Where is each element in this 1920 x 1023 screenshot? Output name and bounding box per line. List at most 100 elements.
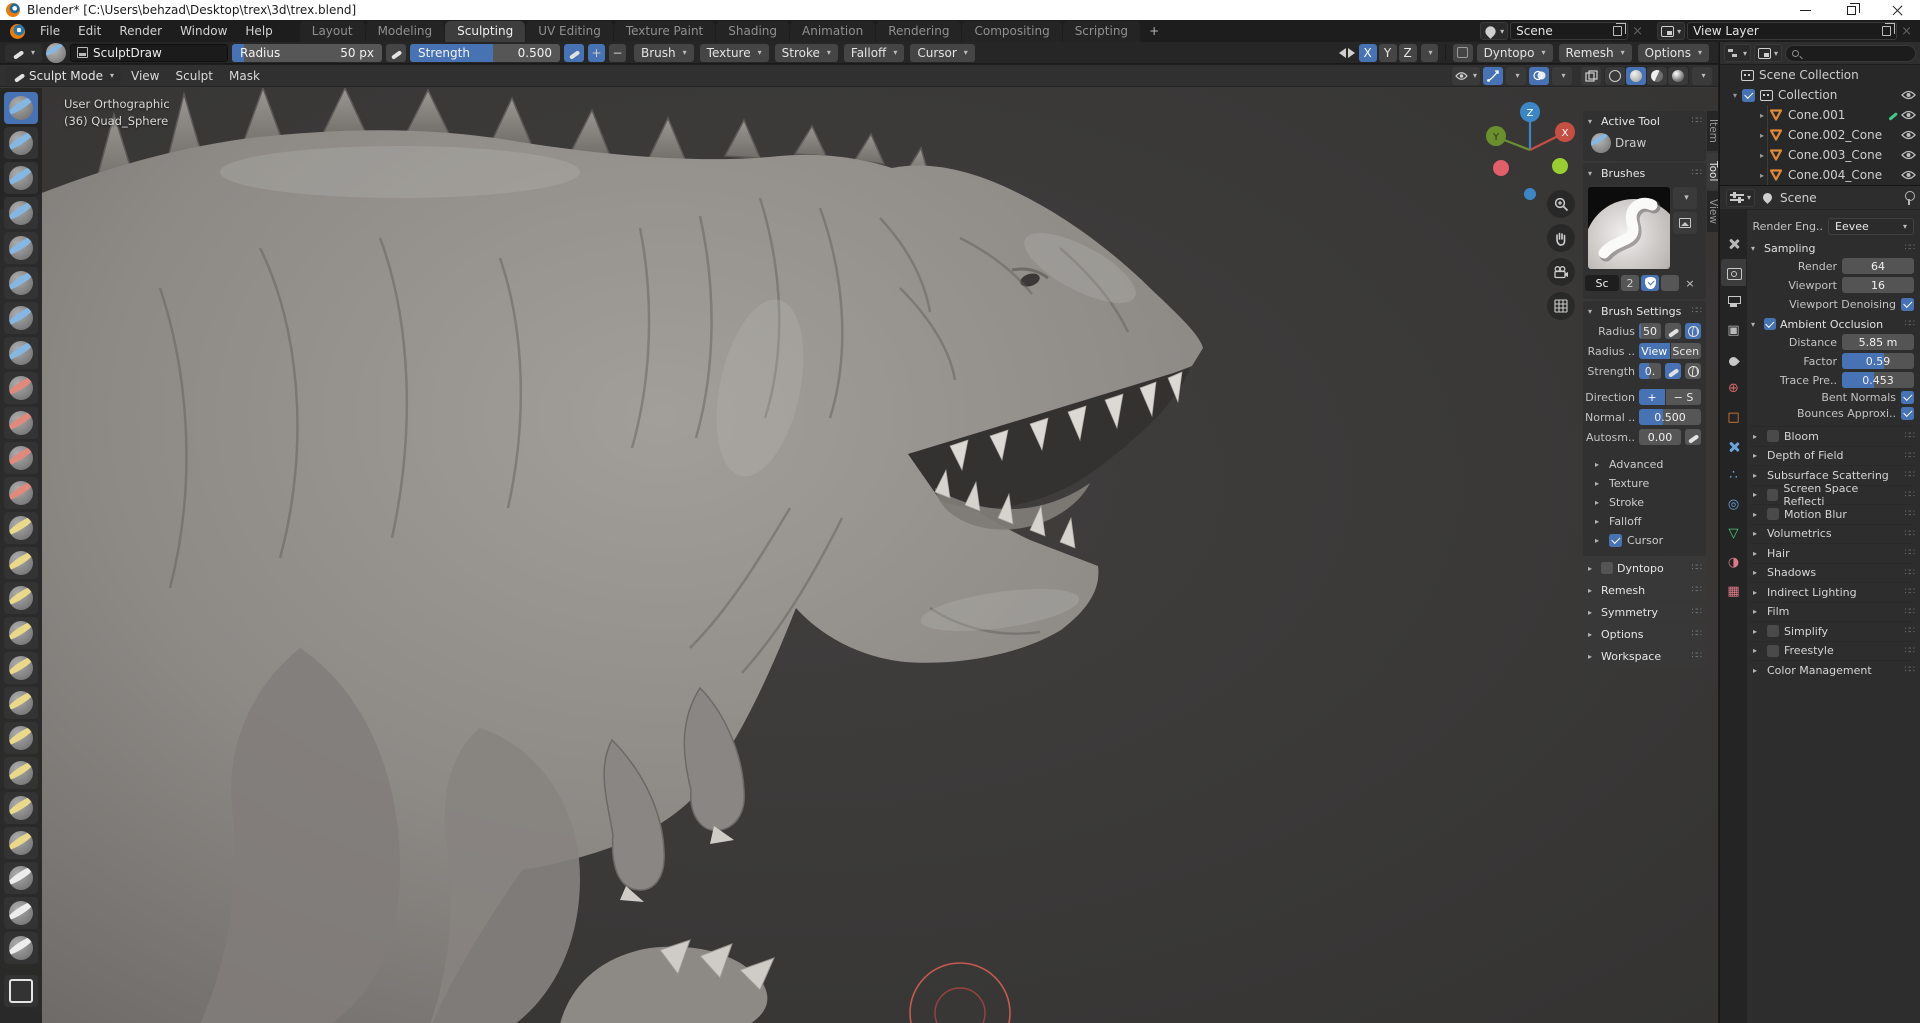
workspace-tab[interactable]: Compositing — [962, 21, 1062, 42]
render-panel-row[interactable]: ▸ Freestyle ∷∷ — [1751, 640, 1916, 661]
properties-tab[interactable]: ▦ — [1721, 578, 1746, 605]
drag-handle[interactable]: ∷∷ — [1692, 168, 1703, 178]
panel-dropdown[interactable]: Options ▾ — [1637, 43, 1709, 62]
add-workspace-button[interactable]: + — [1141, 21, 1167, 42]
properties-tab[interactable] — [1721, 259, 1746, 286]
drag-handle[interactable]: ∷∷ — [1905, 431, 1916, 441]
sidebar-tab[interactable]: Tool — [1707, 152, 1718, 190]
active-brush-icon[interactable] — [46, 42, 67, 63]
drag-handle[interactable]: ∷∷ — [1905, 568, 1916, 578]
workspace-tab[interactable]: UV Editing — [526, 21, 613, 42]
subsection-row[interactable]: ▸ Texture — [1583, 474, 1706, 493]
sidebar-tab[interactable]: Item — [1707, 111, 1718, 151]
drag-handle[interactable]: ∷∷ — [1905, 548, 1916, 558]
drag-handle[interactable]: ∷∷ — [1905, 451, 1916, 461]
drag-handle[interactable]: ∷∷ — [1905, 607, 1916, 617]
gizmos-dropdown[interactable]: ▾ — [1506, 66, 1526, 85]
properties-tab[interactable]: ⊕ — [1721, 375, 1746, 402]
drag-handle[interactable]: ∷∷ — [1905, 490, 1916, 500]
tool-button[interactable] — [4, 975, 38, 1007]
active-tool-panel[interactable]: ▾ Active Tool ∷∷ Draw — [1583, 111, 1706, 161]
shading-dropdown[interactable]: ▾ — [1692, 66, 1712, 85]
outliner-object-row[interactable]: ▸ Cone.004_Cone — [1755, 165, 1920, 185]
radius-pressure-button[interactable] — [386, 43, 407, 62]
subsection-checkbox[interactable] — [1609, 534, 1622, 547]
collapsed-panel[interactable]: ▸ Remesh ∷∷ — [1583, 580, 1706, 600]
drag-handle[interactable]: ∷∷ — [1692, 651, 1703, 661]
workspace-tab[interactable]: Modeling — [365, 21, 445, 42]
subsection-row[interactable]: ▸ Advanced — [1583, 455, 1706, 474]
render-engine-dropdown[interactable]: Eevee ▾ — [1828, 218, 1914, 235]
menu-item[interactable]: Render — [110, 22, 171, 40]
panel-checkbox[interactable] — [1767, 625, 1779, 638]
tool-button[interactable] — [4, 372, 38, 404]
render-panel-row[interactable]: ▸ Screen Space Reflecti ∷∷ — [1751, 482, 1916, 508]
brush-settings-panel[interactable]: ▾ Brush Settings ∷∷ Radius 50 Radius .. Vi… — [1583, 301, 1706, 556]
drag-handle[interactable]: ∷∷ — [1905, 587, 1916, 597]
eye-icon[interactable] — [1901, 90, 1916, 100]
restore-button[interactable] — [1828, 0, 1874, 20]
shading-solid-button[interactable] — [1626, 66, 1646, 85]
tool-button[interactable] — [4, 232, 38, 264]
strength-pressure-button[interactable] — [1665, 363, 1681, 379]
expand-icon[interactable]: ▾ — [1728, 91, 1742, 100]
panel-checkbox[interactable] — [1601, 562, 1613, 574]
shading-wireframe-button[interactable] — [1605, 66, 1625, 85]
tool-button[interactable] — [4, 92, 38, 124]
direction-subtract-button[interactable]: − S — [1666, 389, 1701, 405]
menu-item[interactable]: Window — [171, 22, 236, 40]
workspace-tab[interactable]: Rendering — [876, 21, 962, 42]
ortho-grid-button[interactable] — [1547, 292, 1575, 320]
workspace-tab[interactable]: Scripting — [1062, 21, 1141, 42]
collapse-icon[interactable]: ▸ — [1755, 131, 1769, 140]
properties-tab[interactable]: ◑ — [1721, 549, 1746, 576]
eye-icon[interactable] — [1901, 130, 1916, 140]
zoom-button[interactable] — [1547, 190, 1575, 218]
pin-icon[interactable] — [1904, 190, 1915, 205]
collapsed-panel[interactable]: ▸ Options ∷∷ — [1583, 624, 1706, 644]
panel-checkbox[interactable] — [1766, 488, 1779, 501]
view-layer-name-field[interactable]: View Layer — [1687, 22, 1898, 40]
tool-button[interactable] — [4, 722, 38, 754]
ao-panel-header[interactable]: ▾ Ambient Occlusion ∷∷ — [1751, 314, 1915, 334]
dyntopo-toggle[interactable] — [1452, 43, 1473, 62]
strength-slider[interactable]: Strength 0.500 — [410, 43, 561, 62]
slider-field[interactable]: 0.59 — [1842, 353, 1914, 369]
outliner-display-mode-button[interactable]: ▾ — [1724, 44, 1752, 62]
normal-radius-field[interactable]: 0.500 — [1639, 409, 1701, 425]
properties-tab[interactable]: □ — [1721, 404, 1746, 431]
viewport-menu-item[interactable]: Sculpt — [168, 67, 221, 85]
drag-handle[interactable]: ∷∷ — [1905, 529, 1916, 539]
shading-rendered-button[interactable] — [1668, 66, 1688, 85]
gizmos-toggle[interactable] — [1483, 66, 1503, 85]
drag-handle[interactable]: ∷∷ — [1692, 629, 1703, 639]
panel-dropdown[interactable]: Dyntopo ▾ — [1476, 43, 1553, 62]
render-panel-row[interactable]: ▸ Depth of Field ∷∷ — [1751, 445, 1916, 466]
radius-slider[interactable]: Radius 50 px — [232, 43, 383, 62]
eye-icon[interactable] — [1901, 110, 1916, 120]
direction-add-button[interactable]: + — [1639, 389, 1665, 405]
properties-tab[interactable] — [1721, 230, 1746, 257]
viewport-menu-item[interactable]: Mask — [221, 67, 268, 85]
navigation-gizmo[interactable]: Z X Y — [1484, 96, 1576, 203]
drag-handle[interactable]: ∷∷ — [1905, 646, 1916, 656]
panel-checkbox[interactable] — [1767, 508, 1779, 521]
drag-handle[interactable]: ∷∷ — [1692, 563, 1703, 573]
drag-handle[interactable]: ∷∷ — [1692, 607, 1703, 617]
tool-button[interactable] — [4, 897, 38, 929]
drag-handle[interactable]: ∷∷ — [1905, 665, 1916, 675]
render-panel-row[interactable]: ▸ Volumetrics ∷∷ — [1751, 523, 1916, 544]
tool-button[interactable] — [4, 302, 38, 334]
properties-tab[interactable] — [1721, 288, 1746, 315]
new-view-layer-icon[interactable] — [1882, 23, 1896, 36]
camera-view-button[interactable] — [1547, 258, 1575, 286]
tool-button[interactable] — [4, 337, 38, 369]
overlays-toggle[interactable] — [1529, 66, 1549, 85]
scene-name-field[interactable]: Scene — [1510, 22, 1629, 40]
tool-button[interactable] — [4, 267, 38, 299]
tool-button[interactable] — [4, 197, 38, 229]
panel-checkbox[interactable] — [1767, 430, 1779, 443]
workspace-tab[interactable]: Texture Paint — [613, 21, 716, 42]
drag-handle[interactable]: ∷∷ — [1905, 470, 1916, 480]
menu-item[interactable]: File — [31, 22, 69, 40]
